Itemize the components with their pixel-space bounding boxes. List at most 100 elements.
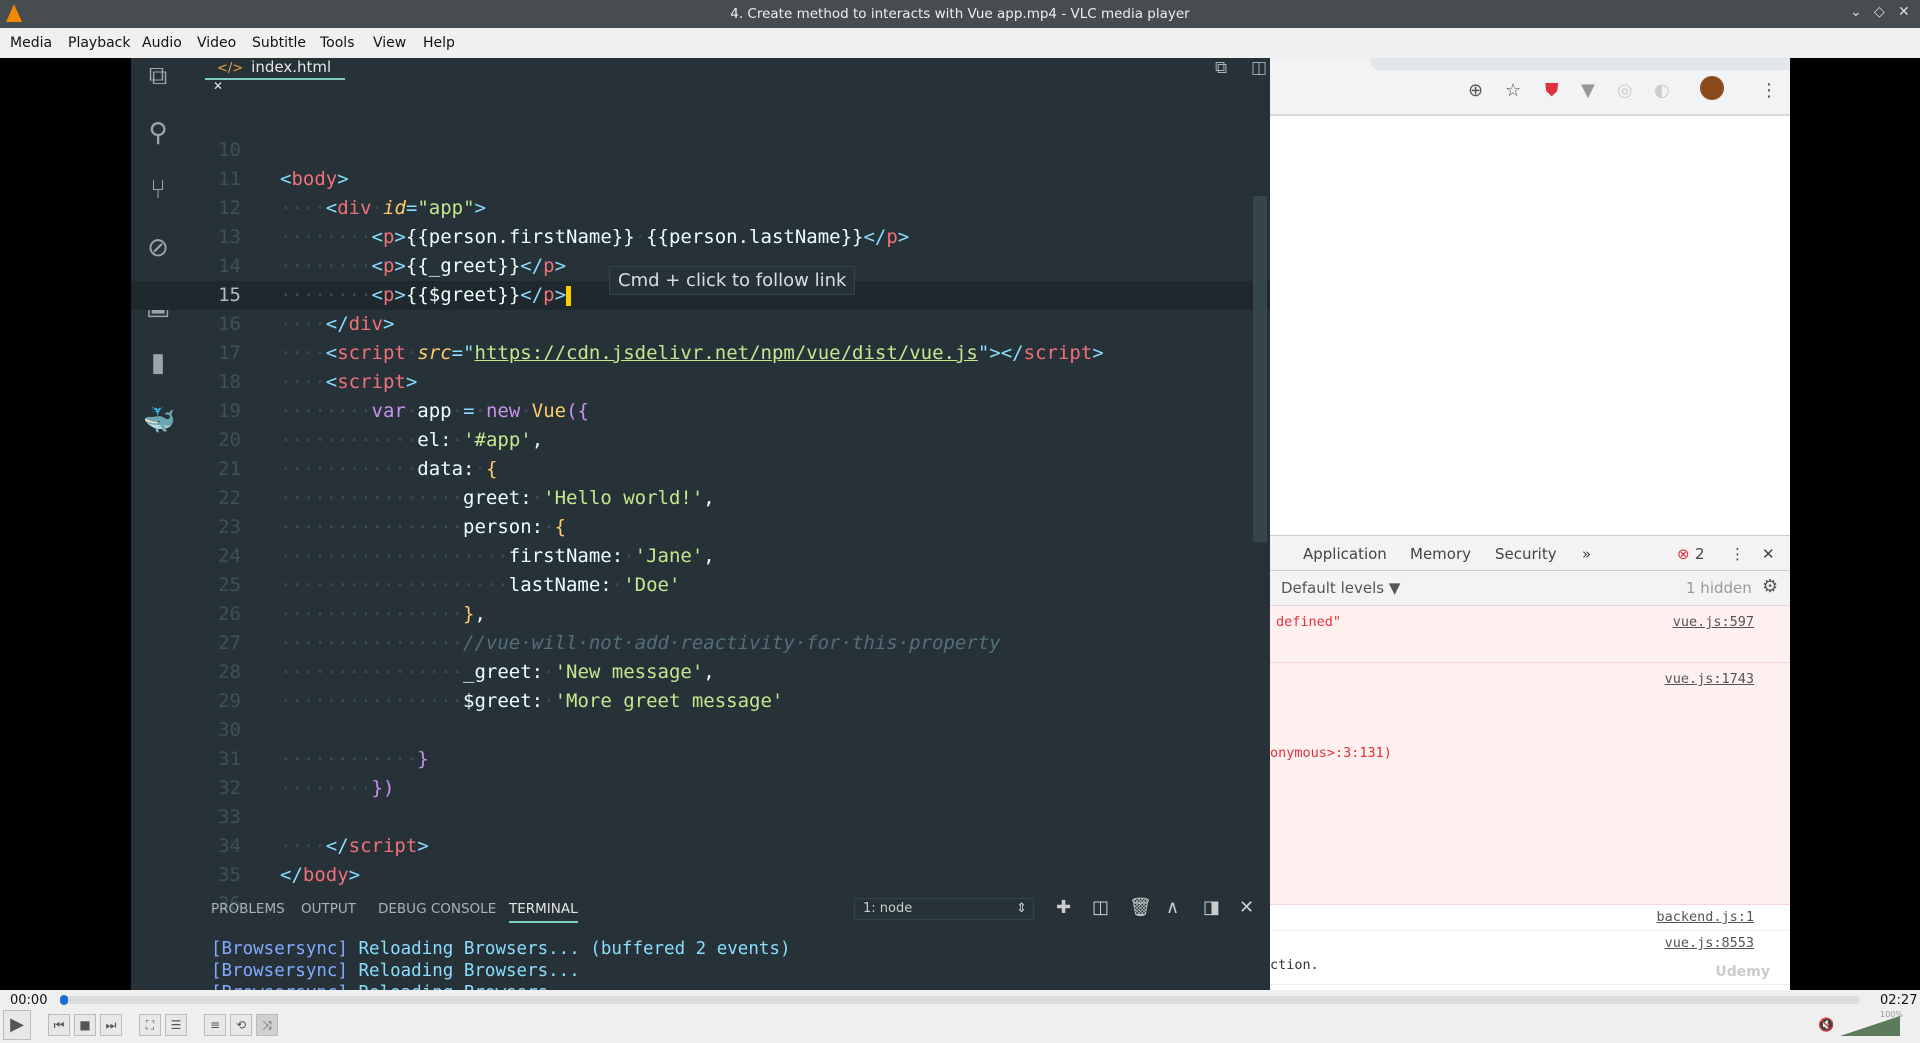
- zoom-icon[interactable]: ⊕: [1468, 80, 1483, 101]
- title-bar: 4. Create method to interacts with Vue a…: [0, 0, 1920, 28]
- tab-application[interactable]: Application: [1303, 545, 1387, 563]
- tab-index-html[interactable]: </> index.html ✕: [205, 58, 345, 93]
- menu-video[interactable]: Video: [197, 35, 236, 51]
- new-terminal-icon[interactable]: ✚: [1056, 897, 1071, 918]
- source-link[interactable]: vue.js:597: [1673, 614, 1754, 630]
- code-line[interactable]: 23 ················person:·{: [131, 513, 1270, 542]
- terminal-output[interactable]: [Browsersync] Reloading Browsers... (buf…: [211, 938, 790, 990]
- tab-security[interactable]: Security: [1495, 545, 1557, 563]
- code-line[interactable]: 27 ················//vue·will·not·add·rea…: [131, 629, 1270, 658]
- muted-speaker-icon[interactable]: 🔇: [1818, 1018, 1834, 1033]
- code-token: >: [382, 313, 395, 335]
- code-editor: ⧉ ⚲ ⑂ ⊘ ▣ ▮ 🐳 </>index.html ✕ ⧉ ◫ ⋯ 1011…: [131, 58, 1305, 990]
- source-link[interactable]: vue.js:1743: [1665, 671, 1754, 687]
- terminal-select[interactable]: 1: node ⇕: [854, 898, 1034, 920]
- menu-media[interactable]: Media: [10, 35, 52, 51]
- devtools-menu-icon[interactable]: ⋮: [1730, 545, 1745, 563]
- video-area[interactable]: ⧉ ⚲ ⑂ ⊘ ▣ ▮ 🐳 </>index.html ✕ ⧉ ◫ ⋯ 1011…: [0, 58, 1920, 990]
- tab-terminal[interactable]: TERMINAL: [509, 901, 578, 923]
- code-line[interactable]: 13 ········<p>{{person.firstName}}·{{pers…: [131, 223, 1270, 252]
- terminal-prefix: [Browsersync]: [211, 961, 348, 981]
- extended-settings-button[interactable]: ☰: [165, 1014, 187, 1036]
- menu-kebab-icon[interactable]: ⋮: [1760, 80, 1778, 101]
- loop-button[interactable]: ⟲: [230, 1014, 252, 1036]
- maximize-panel-icon[interactable]: ∧: [1166, 897, 1179, 918]
- code-line[interactable]: 35 </body>: [131, 861, 1270, 890]
- code-line[interactable]: 30: [131, 716, 1270, 745]
- split-editor-icon[interactable]: ◫: [1251, 58, 1267, 78]
- source-link[interactable]: vue.js:8553: [1665, 935, 1754, 951]
- code-line[interactable]: 20 ············el:·'#app',: [131, 426, 1270, 455]
- previous-button[interactable]: ⏮: [48, 1014, 70, 1036]
- code-line[interactable]: 17 ····<script·src="https://cdn.jsdelivr.…: [131, 339, 1270, 368]
- toggle-panel-icon[interactable]: ◨: [1203, 897, 1220, 918]
- code-line[interactable]: 32 ········}): [131, 774, 1270, 803]
- avatar[interactable]: [1700, 76, 1724, 100]
- code-line[interactable]: 25 ····················lastName:·'Doe': [131, 571, 1270, 600]
- editor-scrollbar[interactable]: [1253, 196, 1267, 542]
- menu-tools[interactable]: Tools: [320, 35, 355, 51]
- code-line[interactable]: 34 ····</script>: [131, 832, 1270, 861]
- tab-output[interactable]: OUTPUT: [301, 901, 356, 917]
- error-count[interactable]: 2: [1695, 545, 1705, 563]
- menu-view[interactable]: View: [373, 35, 406, 51]
- split-terminal-icon[interactable]: ◫: [1092, 897, 1109, 918]
- stop-button[interactable]: ■: [74, 1014, 96, 1036]
- tab-debug-console[interactable]: DEBUG CONSOLE: [378, 901, 496, 917]
- code-line[interactable]: 21 ············data:·{: [131, 455, 1270, 484]
- code-line[interactable]: 22 ················greet:·'Hello world!',: [131, 484, 1270, 513]
- settings-gear-icon[interactable]: ⚙: [1762, 576, 1778, 597]
- source-link[interactable]: backend.js:1: [1656, 909, 1754, 925]
- menu-playback[interactable]: Playback: [68, 35, 130, 51]
- code-line[interactable]: 26 ················},: [131, 600, 1270, 629]
- code-line[interactable]: 11 <body>: [131, 165, 1270, 194]
- extension-icon[interactable]: ◎: [1617, 80, 1633, 101]
- vue-devtools-icon[interactable]: ▼: [1581, 80, 1595, 101]
- tab-problems[interactable]: PROBLEMS: [211, 901, 285, 917]
- code-line[interactable]: 16 ····</div>: [131, 310, 1270, 339]
- tab-close-icon[interactable]: ✕: [213, 79, 223, 93]
- next-button[interactable]: ⏭: [100, 1014, 122, 1036]
- play-button[interactable]: ▶: [3, 1010, 31, 1040]
- menu-audio[interactable]: Audio: [142, 35, 182, 51]
- menu-subtitle[interactable]: Subtitle: [252, 35, 306, 51]
- code-token: data:: [417, 458, 475, 480]
- close-panel-icon[interactable]: ✕: [1239, 897, 1254, 918]
- menu-help[interactable]: Help: [423, 35, 455, 51]
- code-line[interactable]: 31 ············}: [131, 745, 1270, 774]
- elapsed-time: 00:00: [10, 993, 48, 1008]
- code-token: >: [405, 371, 418, 393]
- code-token: ·: [405, 400, 418, 422]
- shield-extension-icon[interactable]: ⛊: [1545, 80, 1559, 101]
- code-line[interactable]: 12 ····<div·id="app">: [131, 194, 1270, 223]
- star-icon[interactable]: ☆: [1505, 80, 1521, 101]
- code-line[interactable]: 29 ················$greet:·'More greet me…: [131, 687, 1270, 716]
- volume-slider[interactable]: [1840, 1016, 1900, 1036]
- tab-memory[interactable]: Memory: [1410, 545, 1471, 563]
- shuffle-button[interactable]: ⤨: [256, 1014, 278, 1036]
- code-link[interactable]: https://cdn.jsdelivr.net/npm/vue/dist/vu…: [475, 342, 978, 364]
- panel-tabs: PROBLEMS OUTPUT DEBUG CONSOLE TERMINAL 1…: [131, 895, 1270, 923]
- maximize-button[interactable]: ◇: [1874, 4, 1885, 20]
- code-line[interactable]: 24 ····················firstName:·'Jane',: [131, 542, 1270, 571]
- code-line[interactable]: 19 ········var·app·=·new·Vue({: [131, 397, 1270, 426]
- message-text: ction.: [1270, 957, 1319, 973]
- open-changes-icon[interactable]: ⧉: [1215, 58, 1227, 78]
- code-line[interactable]: 33: [131, 803, 1270, 832]
- more-tabs-icon[interactable]: »: [1582, 545, 1591, 563]
- trash-icon[interactable]: 🗑: [1129, 897, 1152, 918]
- log-levels-dropdown[interactable]: Default levels ▼: [1281, 579, 1400, 597]
- seek-handle[interactable]: [60, 995, 68, 1005]
- code-line[interactable]: 18 ····<script>: [131, 368, 1270, 397]
- devtools-close-icon[interactable]: ✕: [1762, 545, 1775, 563]
- minimize-button[interactable]: ⌄: [1850, 4, 1862, 20]
- close-button[interactable]: ✕: [1898, 4, 1910, 20]
- files-icon: ⧉: [148, 61, 168, 91]
- playlist-button[interactable]: ≡: [204, 1014, 226, 1036]
- fullscreen-button[interactable]: ⛶: [139, 1014, 161, 1036]
- seek-bar[interactable]: [60, 995, 1860, 1005]
- code-line[interactable]: 28 ················_greet:·'New message',: [131, 658, 1270, 687]
- extension-icon-2[interactable]: ◐: [1654, 80, 1670, 101]
- code-line[interactable]: 10: [131, 136, 1270, 165]
- code-token: >: [897, 226, 910, 248]
